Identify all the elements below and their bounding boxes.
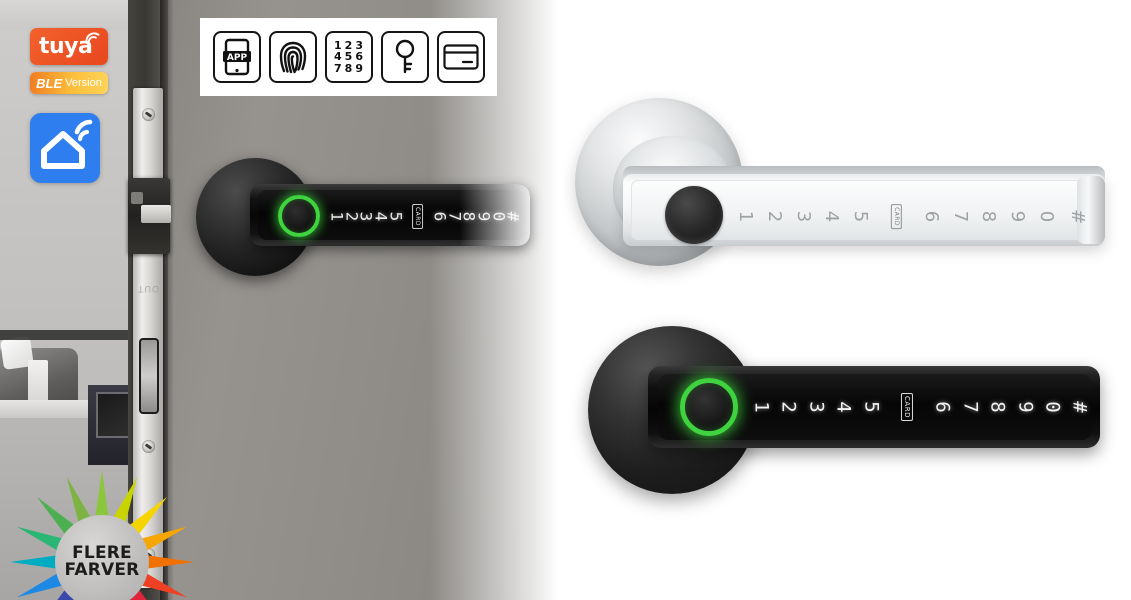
starburst-petal: [10, 555, 59, 569]
faceplate-screw-mid: [142, 440, 155, 453]
card-reader-tag: CARD: [412, 203, 424, 229]
digit-key[interactable]: 0: [1036, 210, 1057, 221]
flere-line2: FARVER: [64, 560, 140, 580]
digit-key[interactable]: 2: [764, 210, 785, 221]
starburst-petal: [95, 470, 109, 519]
hash-key[interactable]: #: [1069, 401, 1091, 412]
hash-key[interactable]: #: [1067, 208, 1088, 223]
feature-keypad: 1 2 3 4 5 6 7 8 9: [324, 31, 373, 83]
door-edge-label: OUT: [137, 284, 159, 294]
digit-key[interactable]: 7: [959, 401, 981, 412]
feature-fingerprint: [268, 31, 317, 83]
digit-key[interactable]: 8: [987, 401, 1009, 412]
black-handle-product[interactable]: 1 2 3 4 5 CARD 6 7 8 9 0 #: [588, 326, 1108, 506]
latch-tongue: [141, 205, 171, 223]
smart-home-wifi-icon: [41, 119, 93, 169]
keypad-digits-silver[interactable]: 1 2 3 4 5 CARD 6 7 8 9 0 #: [735, 194, 1088, 238]
digit-key[interactable]: 4: [822, 210, 843, 221]
faceplate-screw-top: [142, 108, 155, 121]
door-mounted-handle[interactable]: 1 2 3 4 5 CARD 6 7 8 9 0 #: [196, 158, 536, 276]
fingerprint-sensor-ring[interactable]: [278, 195, 320, 237]
key-icon: [395, 39, 414, 74]
handle-bar-black: 1 2 3 4 5 CARD 6 7 8 9 0 #: [250, 184, 530, 246]
keypad-icon: 1 2 3 4 5 6 7 8 9: [334, 40, 363, 75]
digit-key[interactable]: 1: [751, 401, 773, 412]
kp-key: 7: [334, 61, 342, 75]
digit-key[interactable]: 4: [833, 401, 855, 412]
flere-farver-badge: FLERE FARVER: [8, 468, 196, 600]
card-reader-tag: CARD: [890, 203, 902, 229]
flere-farver-hub: FLERE FARVER: [55, 515, 149, 600]
handle-white-fade: [460, 184, 530, 246]
card-icon: [442, 44, 479, 70]
digit-key[interactable]: 5: [386, 211, 405, 221]
smart-life-app-icon: [30, 113, 100, 183]
latch-notch: [131, 192, 143, 204]
fingerprint-icon: [279, 41, 306, 74]
fingerprint-sensor-ring-black[interactable]: [680, 378, 738, 436]
kp-key: 9: [355, 61, 363, 75]
tuya-logo-badge: tuya: [30, 28, 108, 65]
digit-key[interactable]: 7: [950, 210, 971, 221]
digit-key[interactable]: 5: [850, 210, 871, 221]
digit-key[interactable]: 9: [1014, 401, 1036, 412]
digit-key[interactable]: 8: [979, 210, 1000, 221]
digit-key[interactable]: 6: [932, 401, 954, 412]
wifi-arc-icon: [85, 32, 100, 45]
digit-key[interactable]: 9: [1007, 210, 1028, 221]
card-reader-tag: CARD: [901, 393, 914, 421]
feature-icon-strip: APP 1 2 3 4 5 6 7 8 9: [200, 18, 497, 96]
silver-handle-product[interactable]: 1 2 3 4 5 CARD 6 7 8 9 0 #: [565, 98, 1110, 308]
feature-app: APP: [212, 31, 261, 83]
deadbolt-hole: [139, 338, 159, 414]
keypad-digits-black[interactable]: 1 2 3 4 5 CARD 6 7 8 9 0 #: [751, 382, 1091, 432]
digit-key[interactable]: 6: [921, 210, 942, 221]
digit-key[interactable]: 1: [735, 210, 756, 221]
digit-key[interactable]: 3: [806, 401, 828, 412]
starburst-petal: [145, 555, 194, 569]
ble-label: BLE: [36, 75, 63, 91]
product-image: OUT tuya BLE Version APP 1 2 3 4 5 6 7 8…: [0, 0, 1131, 600]
digit-key[interactable]: 0: [1042, 401, 1064, 412]
digit-key[interactable]: 5: [861, 401, 883, 412]
svg-text:APP: APP: [226, 53, 247, 63]
feature-key: [380, 31, 429, 83]
fingerprint-sensor-silver[interactable]: [665, 186, 723, 244]
app-phone-icon: APP: [222, 38, 251, 76]
digit-key[interactable]: 2: [778, 401, 800, 412]
feature-card: [436, 31, 485, 83]
digit-key[interactable]: 3: [793, 210, 814, 221]
version-label: Version: [65, 77, 102, 89]
ble-version-badge: BLE Version: [30, 72, 108, 94]
kp-key: 8: [344, 61, 353, 75]
